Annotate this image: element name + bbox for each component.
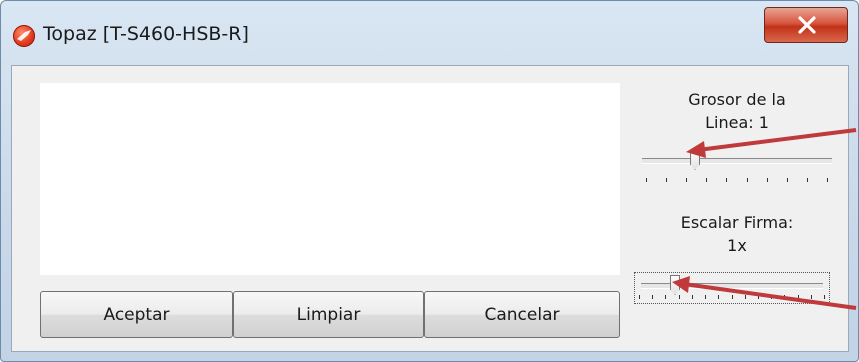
slider-tick bbox=[679, 295, 680, 299]
slider-tick bbox=[718, 295, 719, 299]
close-button[interactable] bbox=[764, 7, 848, 43]
line-width-slider[interactable] bbox=[642, 150, 832, 186]
title-bar[interactable]: Topaz [T-S460-HSB-R] bbox=[1, 1, 858, 61]
slider-tick bbox=[771, 295, 772, 299]
slider-tick bbox=[787, 178, 788, 182]
cancel-button[interactable]: Cancelar bbox=[424, 291, 620, 338]
slider-tick bbox=[652, 295, 653, 299]
line-width-slider-thumb[interactable] bbox=[690, 150, 700, 170]
close-x-icon bbox=[798, 16, 816, 34]
slider-tick bbox=[827, 178, 828, 182]
signature-pad[interactable] bbox=[40, 83, 620, 275]
slider-tick bbox=[798, 295, 799, 299]
slider-tick bbox=[686, 178, 687, 182]
dialog-window: Topaz [T-S460-HSB-R] Aceptar Limpiar Can… bbox=[0, 0, 859, 362]
scale-label: Escalar Firma: 1x bbox=[632, 211, 842, 257]
slider-tick bbox=[706, 178, 707, 182]
scale-slider-thumb[interactable] bbox=[670, 275, 680, 295]
scale-label-line1: Escalar Firma: bbox=[680, 213, 794, 232]
line-width-slider-track[interactable] bbox=[642, 158, 832, 164]
topaz-app-icon[interactable] bbox=[13, 25, 35, 47]
slider-tick bbox=[705, 295, 706, 299]
accept-button[interactable]: Aceptar bbox=[40, 291, 233, 338]
clear-button[interactable]: Limpiar bbox=[233, 291, 424, 338]
slider-tick bbox=[726, 178, 727, 182]
window-title: Topaz [T-S460-HSB-R] bbox=[43, 23, 249, 45]
scale-slider-track[interactable] bbox=[641, 283, 823, 289]
scale-label-line2: 1x bbox=[727, 236, 747, 255]
slider-tick bbox=[824, 295, 825, 299]
slider-tick bbox=[639, 295, 640, 299]
slider-tick bbox=[758, 295, 759, 299]
slider-tick bbox=[767, 178, 768, 182]
slider-tick bbox=[747, 178, 748, 182]
slider-tick bbox=[665, 295, 666, 299]
scale-slider-ticks bbox=[639, 295, 825, 299]
line-width-label-line1: Grosor de la bbox=[688, 90, 786, 109]
slider-tick bbox=[732, 295, 733, 299]
slider-tick bbox=[745, 295, 746, 299]
slider-tick bbox=[807, 178, 808, 182]
slider-tick bbox=[666, 178, 667, 182]
line-width-slider-ticks bbox=[646, 178, 828, 182]
line-width-label: Grosor de la Linea: 1 bbox=[632, 88, 842, 134]
slider-tick bbox=[784, 295, 785, 299]
client-area: Aceptar Limpiar Cancelar Grosor de la Li… bbox=[11, 65, 849, 352]
slider-tick bbox=[811, 295, 812, 299]
slider-tick bbox=[646, 178, 647, 182]
line-width-label-line2: Linea: 1 bbox=[705, 113, 769, 132]
slider-tick bbox=[692, 295, 693, 299]
scale-slider[interactable] bbox=[634, 272, 830, 304]
